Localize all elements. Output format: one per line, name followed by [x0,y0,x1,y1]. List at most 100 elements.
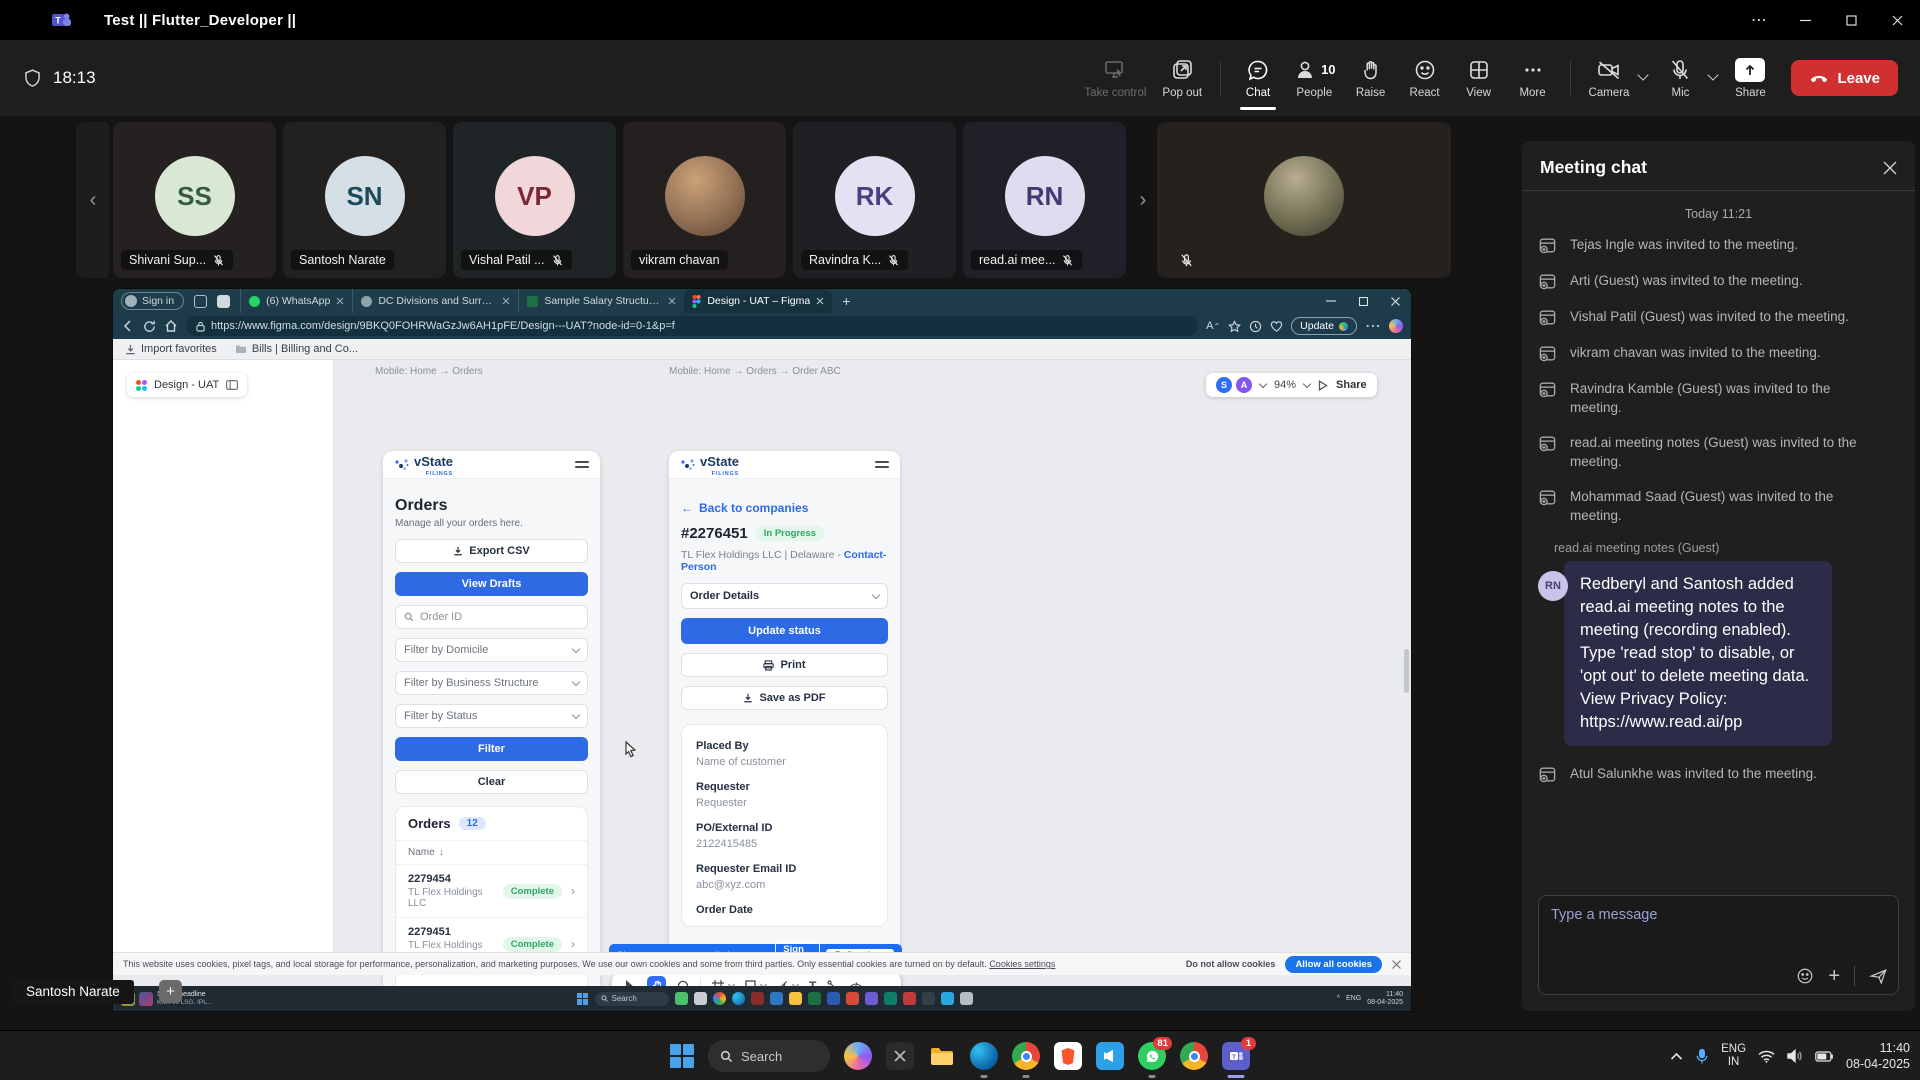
raise-hand-button[interactable]: Raise [1344,46,1398,110]
tray-chevron-up-icon[interactable] [1670,1052,1683,1061]
calendar-add-icon [1538,488,1557,525]
taskbar-clock[interactable]: 11:40 08-04-2025 [1846,1040,1910,1072]
camera-options-chevron-icon[interactable] [1638,69,1649,80]
tray-mic-icon[interactable] [1695,1048,1709,1065]
save-as-pdf-button: Save as PDF [681,686,888,710]
status-badge: Complete [503,937,562,952]
chevron-down-icon [572,677,580,685]
orders-card-title: Orders [408,816,451,831]
mic-options-chevron-icon[interactable] [1708,69,1719,80]
participant-tile[interactable]: RN read.ai mee... [963,122,1126,278]
calendar-add-icon [1538,765,1557,784]
leave-button[interactable]: Leave [1791,60,1898,96]
share-button[interactable]: Share [1723,46,1777,110]
start-button[interactable] [670,1044,694,1068]
participant-tile[interactable]: RK Ravindra K... [793,122,956,278]
chevron-down-icon [1303,379,1311,387]
participant-name-label: Shivani Sup... [121,250,233,270]
windows-taskbar: Search 81 T1 ENG IN 11:40 [0,1030,1920,1080]
order-details-select: Order Details [681,583,888,609]
app-icon-dark[interactable] [886,1042,914,1070]
whatsapp-icon[interactable]: 81 [1138,1042,1166,1070]
meeting-toolbar: 18:13 Take control Pop out Chat 10 Peopl… [0,40,1920,116]
minimize-button[interactable] [1782,0,1828,40]
chat-panel-title: Meeting chat [1540,157,1647,178]
mic-off-icon [1061,254,1074,267]
send-icon[interactable] [1869,967,1888,986]
maximize-button[interactable] [1828,0,1874,40]
system-message: Tejas Ingle was invited to the meeting. [1538,235,1899,255]
filter-status-select: Filter by Status [395,704,588,728]
react-button[interactable]: React [1398,46,1452,110]
favorites-bar: Import favorites Bills | Billing and Co.… [113,339,1411,360]
figma-file-card: Design - UAT [127,373,247,397]
chrome-icon[interactable] [1012,1042,1040,1070]
titlebar-more-icon[interactable]: ⋯ [1736,0,1782,40]
system-message: read.ai meeting notes (Guest) was invite… [1538,433,1899,471]
view-button[interactable]: View [1452,46,1506,110]
people-count: 10 [1321,62,1335,77]
bookmark-item: Bills | Billing and Co... [235,343,358,355]
chat-input[interactable]: Type a message + [1538,895,1899,995]
name-column-header: Name ↓ [396,840,587,864]
brave-icon[interactable] [1054,1042,1082,1070]
participant-scroll-left[interactable]: ‹ [76,122,110,278]
mic-off-icon [887,254,900,267]
participant-tile[interactable]: SS Shivani Sup... [113,122,276,278]
orders-title: Orders [395,497,588,515]
page-scrollbar [1404,649,1409,693]
chrome-profile-icon[interactable] [1180,1042,1208,1070]
chevron-down-icon [872,590,880,598]
printer-icon [763,660,774,671]
home-icon [164,319,178,333]
camera-off-icon [1596,58,1622,82]
mini-taskbar-icon [789,992,802,1005]
participant-tile[interactable]: vikram chavan [623,122,786,278]
lock-icon [196,321,205,332]
remote-cursor-icon [621,740,637,758]
svg-text:T: T [55,16,61,26]
pop-out-button[interactable]: Pop out [1154,46,1210,110]
browser-maximize-icon [1347,289,1379,313]
chat-button[interactable]: Chat [1231,46,1285,110]
teams-logo-icon: T [52,10,72,30]
teams-icon[interactable]: T1 [1222,1042,1250,1070]
shared-search-box: Search [595,992,669,1006]
chat-icon [1246,58,1270,82]
participant-tile[interactable] [1157,122,1451,278]
participant-tile[interactable]: VP Vishal Patil ... [453,122,616,278]
mini-taskbar-icon [694,992,707,1005]
close-chat-icon[interactable] [1883,161,1897,175]
edge-icon[interactable] [970,1042,998,1070]
attach-plus-icon[interactable]: + [1828,967,1840,985]
copilot-icon[interactable] [844,1042,872,1070]
cookie-settings-link: Cookies settings [989,959,1055,969]
taskbar-search[interactable]: Search [708,1040,830,1072]
add-overlay-button[interactable]: + [159,980,182,1003]
timer-text: 18:13 [53,68,96,88]
browser-close-icon [1379,289,1411,313]
more-button[interactable]: More [1506,46,1560,110]
camera-button[interactable]: Camera [1581,46,1638,110]
language-indicator[interactable]: ENG IN [1721,1043,1746,1069]
tab-close-icon [336,297,344,305]
figma-file-name: Design - UAT [154,379,219,391]
wifi-icon[interactable] [1758,1050,1775,1063]
speaker-icon[interactable] [1787,1049,1803,1063]
mic-button[interactable]: Mic [1653,46,1707,110]
figma-frame-order-detail: vStateFILINGS ← Back to companies #22764… [669,451,900,986]
close-button[interactable] [1874,0,1920,40]
update-status-icon [1339,322,1348,331]
title-bar: T Test || Flutter_Developer || ⋯ [0,0,1920,40]
emoji-icon[interactable] [1796,967,1814,985]
participant-tile[interactable]: SN Santosh Narate [283,122,446,278]
participant-name-label: Vishal Patil ... [461,250,572,270]
participant-scroll-right[interactable]: › [1126,122,1160,278]
back-arrow-icon: ← [681,501,693,515]
more-icon [1521,58,1545,82]
favorite-star-icon [1228,320,1241,333]
people-button[interactable]: 10 People [1285,46,1343,110]
file-explorer-icon[interactable] [928,1042,956,1070]
battery-icon[interactable] [1815,1051,1834,1062]
vscode-icon[interactable] [1096,1042,1124,1070]
